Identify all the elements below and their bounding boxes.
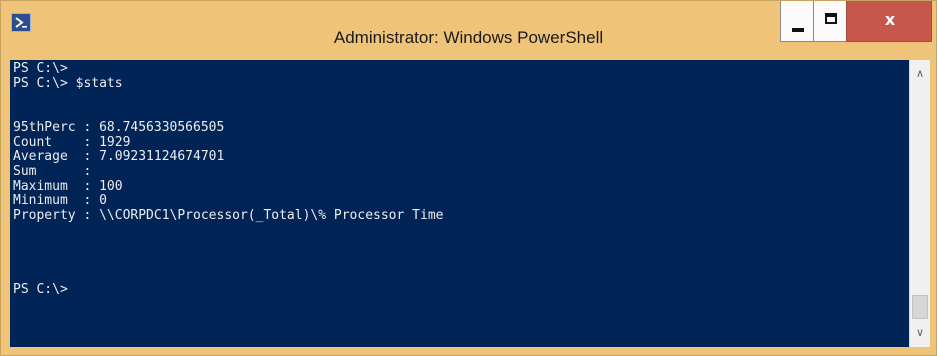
scroll-thumb[interactable] (912, 295, 928, 319)
console-line: 95thPerc : 68.7456330566505 (13, 119, 225, 135)
console-text: PS C:\> PS C:\> $stats 95thPerc : 68.745… (10, 60, 909, 297)
close-icon: x (884, 10, 896, 29)
console-line: Average : 7.09231124674701 (13, 149, 225, 165)
console-line: PS C:\> $stats (13, 75, 123, 91)
scroll-down-arrow-icon[interactable]: ∨ (910, 323, 930, 343)
scroll-up-arrow-icon[interactable]: ∧ (910, 64, 930, 84)
console-line: PS C:\> (13, 61, 68, 76)
maximize-button[interactable] (813, 1, 847, 42)
console-line: PS C:\> (13, 281, 68, 297)
console-line: Count : 1929 (13, 134, 131, 150)
minimize-icon (792, 28, 804, 32)
minimize-button[interactable] (780, 1, 814, 42)
console-output[interactable]: PS C:\> PS C:\> $stats 95thPerc : 68.745… (10, 60, 909, 347)
console-line: Property : \\CORPDC1\Processor(_Total)\%… (13, 208, 444, 224)
title-bar[interactable]: Administrator: Windows PowerShell x (1, 1, 936, 60)
vertical-scrollbar[interactable]: ∧ ∨ (909, 60, 930, 347)
console-line: Sum : (13, 163, 92, 179)
close-button[interactable]: x (846, 1, 932, 42)
powershell-window: Administrator: Windows PowerShell x PS C… (0, 0, 937, 356)
maximize-icon (825, 13, 837, 24)
console-line: Maximum : 100 (13, 178, 123, 194)
console-line: Minimum : 0 (13, 193, 107, 209)
